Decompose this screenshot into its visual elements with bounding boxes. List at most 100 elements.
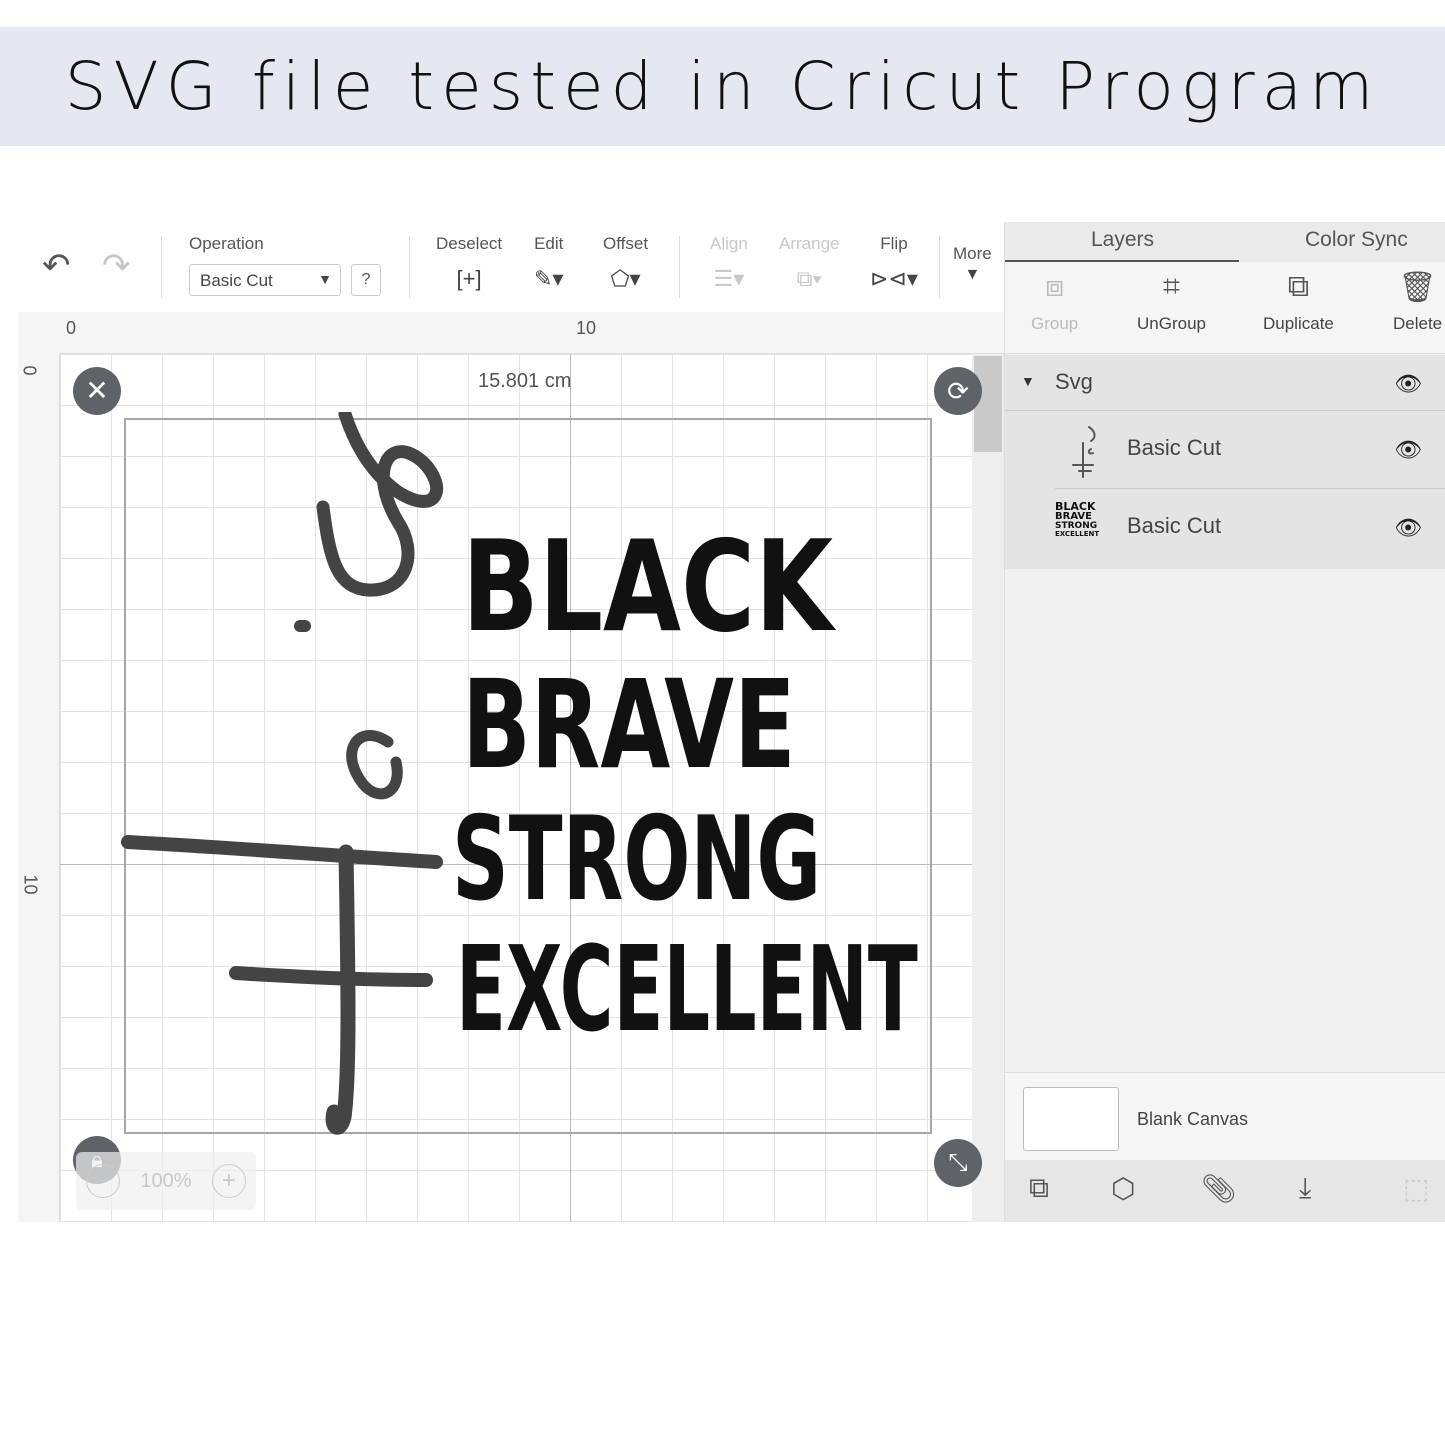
duplicate-icon: ⧉ xyxy=(1287,270,1310,303)
delete-button[interactable]: 🗑︎ Delete xyxy=(1393,270,1442,334)
operation-value: Basic Cut xyxy=(200,271,273,290)
eye-icon[interactable]: 👁︎ xyxy=(1394,515,1422,541)
align-label: Align xyxy=(710,234,748,253)
vertical-scrollbar[interactable] xyxy=(972,354,1004,1222)
more-label: More xyxy=(953,244,992,263)
design-word-brave: BRAVE xyxy=(462,654,796,796)
arrange-button[interactable]: Arrange ⧉▾ xyxy=(779,234,839,292)
thumb-line: EXCELLENT xyxy=(1055,530,1100,538)
zoom-out-button[interactable]: − xyxy=(86,1164,121,1198)
layer-group-name: Svg xyxy=(1055,369,1093,394)
more-button[interactable]: More ▼ xyxy=(953,244,992,284)
trash-icon: 🗑︎ xyxy=(1398,271,1437,304)
ruler-tick-label: 10 xyxy=(20,874,41,895)
duplicate-button[interactable]: ⧉ Duplicate xyxy=(1263,270,1334,334)
zoom-control: − 100% + xyxy=(76,1152,256,1210)
script-stroke xyxy=(229,966,433,987)
ungroup-label: UnGroup xyxy=(1137,314,1206,333)
edit-label: Edit xyxy=(534,234,564,253)
flatten-icon[interactable]: ⤓ xyxy=(1299,1172,1311,1205)
panel-tabs: Layers Color Sync xyxy=(1005,222,1445,263)
layer-actions: ⧈ Group ⌗ UnGroup ⧉ Duplicate 🗑︎ Delete xyxy=(1005,262,1445,354)
panel-bottom-bar: ⧉ ⬡ 📎︎ ⤓ ⬚ xyxy=(1005,1160,1445,1222)
zoom-in-button[interactable]: + xyxy=(211,1164,246,1198)
slice-icon[interactable]: ⧉ xyxy=(1029,1172,1049,1205)
ungroup-icon: ⌗ xyxy=(1163,270,1180,303)
script-stroke xyxy=(121,835,443,869)
script-stroke xyxy=(325,844,356,1135)
tab-layers[interactable]: Layers xyxy=(1091,228,1154,252)
ruler-tick-label: 0 xyxy=(19,365,40,376)
redo-icon[interactable]: ↷ xyxy=(102,246,131,286)
chevron-down-icon: ▼ xyxy=(318,271,332,287)
group-button[interactable]: ⧈ Group xyxy=(1031,270,1078,334)
duplicate-label: Duplicate xyxy=(1263,314,1334,333)
flip-icon: ⊳⊲▾ xyxy=(870,266,918,291)
delete-label: Delete xyxy=(1393,314,1443,333)
script-stroke xyxy=(316,412,444,597)
canvas-label: Blank Canvas xyxy=(1137,1109,1249,1129)
ungroup-button[interactable]: ⌗ UnGroup xyxy=(1137,270,1206,334)
canvas-area[interactable]: 0 10 0 10 15.801 cm BLACK BRAVE STRONG E… xyxy=(18,312,1004,1222)
ruler-tick-label: 0 xyxy=(66,318,77,338)
close-icon[interactable]: ✕ xyxy=(73,367,121,415)
layers-panel: Layers Color Sync ⧈ Group ⌗ UnGroup ⧉ Du… xyxy=(1004,222,1445,1222)
layer-item[interactable]: BLACK BRAVE STRONG EXCELLENT Basic Cut 👁… xyxy=(1055,489,1445,567)
offset-icon: ⬠▾ xyxy=(610,266,641,291)
flip-label: Flip xyxy=(880,234,908,253)
design-word-strong: STRONG xyxy=(452,792,822,927)
divider xyxy=(409,236,410,298)
operation-select[interactable]: Basic Cut ▼ xyxy=(189,264,341,296)
layer-list: ▼ Svg 👁︎ Basic Cut 👁︎ BLACK BRAVE STRONG… xyxy=(1005,355,1445,569)
help-button[interactable]: ? xyxy=(351,264,381,296)
canvas-swatch[interactable] xyxy=(1023,1087,1119,1151)
contour-icon[interactable]: ⬚ xyxy=(1403,1172,1429,1205)
rotate-icon[interactable]: ⟳ xyxy=(934,367,982,415)
deselect-label: Deselect xyxy=(436,234,503,253)
design-word-black: BLACK xyxy=(462,513,834,660)
layer-item[interactable]: Basic Cut 👁︎ xyxy=(1055,411,1445,489)
group-label: Group xyxy=(1031,314,1079,333)
arrange-icon: ⧉▾ xyxy=(796,266,822,291)
layer-thumbnail xyxy=(1072,426,1096,478)
resize-icon[interactable]: ⤡ xyxy=(934,1139,982,1187)
combine-icon[interactable]: ⬡ xyxy=(1111,1172,1135,1205)
eye-icon[interactable]: 👁︎ xyxy=(1394,437,1422,463)
width-dimension: 15.801 cm xyxy=(478,370,572,392)
offset-label: Offset xyxy=(603,234,649,253)
faith-script-design[interactable] xyxy=(118,412,458,1142)
layer-group-svg[interactable]: ▼ Svg 👁︎ xyxy=(1005,355,1445,411)
design-word-excellent: EXCELLENT xyxy=(456,920,918,1058)
group-icon: ⧈ xyxy=(1045,270,1065,303)
divider xyxy=(939,236,940,298)
caret-down-icon[interactable]: ▼ xyxy=(1021,373,1035,389)
attach-icon[interactable]: 📎︎ xyxy=(1201,1172,1237,1205)
banner-title: SVG file tested in Cricut Program xyxy=(64,48,1381,125)
align-icon: ☰▾ xyxy=(713,266,745,291)
offset-button[interactable]: Offset ⬠▾ xyxy=(603,234,648,292)
layer-thumbnail: BLACK BRAVE STRONG EXCELLENT xyxy=(1055,501,1111,561)
scrollbar-thumb[interactable] xyxy=(974,356,1002,452)
divider xyxy=(679,236,680,298)
arrange-label: Arrange xyxy=(779,234,840,253)
layer-name: Basic Cut xyxy=(1127,513,1222,538)
edit-button[interactable]: Edit ✎▾ xyxy=(534,234,563,292)
divider xyxy=(161,236,162,298)
chevron-down-icon: ▼ xyxy=(964,266,981,283)
script-stroke xyxy=(346,730,403,800)
canvas-background-row[interactable]: Blank Canvas xyxy=(1005,1072,1445,1160)
eye-icon[interactable]: 👁︎ xyxy=(1394,371,1422,397)
edit-icon: ✎▾ xyxy=(534,266,564,291)
deselect-button[interactable]: Deselect [+] xyxy=(436,234,502,292)
deselect-icon: [+] xyxy=(456,266,482,291)
flip-button[interactable]: Flip ⊳⊲▾ xyxy=(870,234,918,292)
ruler-left: 0 10 xyxy=(18,354,60,1222)
undo-icon[interactable]: ↶ xyxy=(42,246,71,286)
align-button[interactable]: Align ☰▾ xyxy=(710,234,748,292)
banner: SVG file tested in Cricut Program xyxy=(0,27,1445,146)
tab-color-sync[interactable]: Color Sync xyxy=(1305,228,1408,252)
layer-name: Basic Cut xyxy=(1127,435,1222,460)
cricut-app: ↶ ↷ Operation Basic Cut ▼ ? Deselect [+]… xyxy=(18,222,1445,1222)
operation-label: Operation xyxy=(189,234,264,253)
ruler-top: 0 10 xyxy=(60,312,1004,354)
